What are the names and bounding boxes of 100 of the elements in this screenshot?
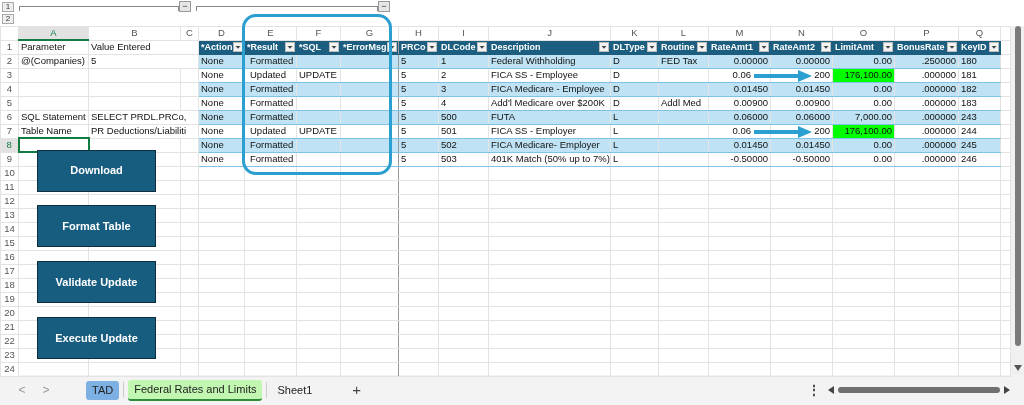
sheet-tab[interactable]: Sheet1 xyxy=(271,380,319,400)
scroll-left-icon[interactable] xyxy=(828,386,834,394)
table-cell: 0.00 xyxy=(832,152,895,166)
table-cell: 0.06 xyxy=(732,69,751,80)
column-letter[interactable]: O xyxy=(832,26,895,40)
table-cell: -0.50000 xyxy=(708,152,771,166)
column-letter[interactable]: A xyxy=(18,26,89,40)
table-cell: Addl Med xyxy=(658,96,709,110)
table-cell: UPDATE xyxy=(296,68,341,82)
sheet-tab[interactable]: Federal Rates and Limits xyxy=(128,379,263,401)
column-header: KeyID xyxy=(961,41,987,53)
table-cell: 246 xyxy=(958,152,1001,166)
filter-dropdown-icon[interactable] xyxy=(427,42,437,52)
column-header: Description xyxy=(491,41,541,53)
filter-dropdown-icon[interactable] xyxy=(647,42,657,52)
parameter-value: PR Deductions/Liabiliti xyxy=(88,124,199,138)
column-letter[interactable]: D xyxy=(198,26,245,40)
filter-dropdown-icon[interactable] xyxy=(821,42,831,52)
table-cell: 0.06 xyxy=(732,125,751,136)
collapse-button[interactable]: − xyxy=(378,1,390,12)
column-header: *Action xyxy=(201,41,233,53)
column-letter[interactable]: H xyxy=(398,26,439,40)
filter-dropdown-icon[interactable] xyxy=(233,42,243,52)
column-header: BonusRate xyxy=(897,41,945,53)
table-cell: .000000 xyxy=(894,96,959,110)
filter-dropdown-icon[interactable] xyxy=(477,42,487,52)
scroll-thumb[interactable] xyxy=(1015,26,1021,346)
scroll-down-icon[interactable] xyxy=(1014,365,1022,371)
sheet-tab[interactable]: TAD xyxy=(86,380,120,400)
column-header: PRCo xyxy=(401,41,426,53)
column-letter[interactable]: Q xyxy=(958,26,1001,40)
column-header: *Result xyxy=(247,41,278,53)
table-cell: D xyxy=(610,68,659,82)
filter-dropdown-icon[interactable] xyxy=(285,42,295,52)
column-header: RateAmt2 xyxy=(773,41,815,53)
column-header: RateAmt1 xyxy=(711,41,753,53)
column-letter[interactable]: K xyxy=(610,26,659,40)
parameter-label: SQL Statement xyxy=(18,110,89,124)
outline-level-button[interactable]: 1 xyxy=(2,2,14,12)
column-letter[interactable]: E xyxy=(244,26,297,40)
scroll-right-icon[interactable] xyxy=(1004,386,1010,394)
filter-dropdown-icon[interactable] xyxy=(989,42,999,52)
macro-button[interactable]: Validate Update xyxy=(37,261,156,303)
column-label: Parameter xyxy=(18,40,89,54)
column-header: DLType xyxy=(613,41,645,53)
macro-button[interactable]: Download xyxy=(37,149,156,192)
table-cell: UPDATE xyxy=(296,124,341,138)
table-cell: .000000 xyxy=(894,68,959,82)
table-cell: L xyxy=(610,152,659,166)
column-letter[interactable]: N xyxy=(770,26,833,40)
column-header: *ErrorMsg xyxy=(343,41,387,53)
add-sheet-button[interactable]: + xyxy=(352,378,362,402)
column-header: LimitAmt xyxy=(835,41,874,53)
table-cell: 0.00 xyxy=(832,96,895,110)
scroll-thumb[interactable] xyxy=(838,387,1000,393)
collapse-button[interactable]: − xyxy=(179,1,191,12)
table-cell: 5 xyxy=(398,96,439,110)
macro-button[interactable]: Format Table xyxy=(37,205,156,248)
table-cell: 244 xyxy=(958,124,1001,138)
table-cell: 0.00900 xyxy=(708,96,771,110)
filter-dropdown-icon[interactable] xyxy=(599,42,609,52)
column-letter[interactable]: L xyxy=(658,26,709,40)
table-cell: 2 xyxy=(438,68,489,82)
column-letter[interactable]: I xyxy=(438,26,489,40)
table-cell: Add'l Medicare over $200K xyxy=(488,96,611,110)
column-label: Value Entered xyxy=(88,40,199,54)
filter-dropdown-icon[interactable] xyxy=(697,42,707,52)
table-cell: FICA SS - Employee xyxy=(488,68,611,82)
table-cell: -0.50000 xyxy=(770,152,833,166)
table-cell: 501 xyxy=(438,124,489,138)
filter-dropdown-icon[interactable] xyxy=(759,42,769,52)
parameter-value: SELECT PRDL.PRCo, xyxy=(88,110,199,124)
column-letter[interactable]: F xyxy=(296,26,341,40)
column-letter[interactable]: P xyxy=(894,26,959,40)
macro-button[interactable]: Execute Update xyxy=(37,317,156,359)
filter-dropdown-icon[interactable] xyxy=(329,42,339,52)
column-letter[interactable]: B xyxy=(88,26,181,40)
table-cell: Updated xyxy=(244,68,297,82)
table-cell: 181 xyxy=(958,68,1001,82)
more-options-button[interactable]: ⋮ xyxy=(808,381,820,399)
column-header: *SQL xyxy=(299,41,321,53)
table-cell: 4 xyxy=(438,96,489,110)
table-cell: 401K Match (50% up to 7%) xyxy=(488,152,611,166)
filter-dropdown-icon[interactable] xyxy=(387,42,397,52)
table-cell: Updated xyxy=(244,124,297,138)
column-header: DLCode xyxy=(441,41,476,53)
column-letter[interactable]: J xyxy=(488,26,611,40)
table-cell: Formatted xyxy=(244,96,297,110)
table-cell: 0.00900 xyxy=(770,96,833,110)
filter-dropdown-icon[interactable] xyxy=(883,42,893,52)
outline-level-button[interactable]: 2 xyxy=(2,14,14,24)
table-cell: 5 xyxy=(398,68,439,82)
parameter-value: 5 xyxy=(88,54,199,68)
table-cell: 183 xyxy=(958,96,1001,110)
column-letter[interactable]: G xyxy=(340,26,399,40)
table-cell: L xyxy=(610,124,659,138)
table-cell: 5 xyxy=(398,124,439,138)
column-letter[interactable]: M xyxy=(708,26,771,40)
table-cell: .000000 xyxy=(894,152,959,166)
filter-dropdown-icon[interactable] xyxy=(947,42,957,52)
